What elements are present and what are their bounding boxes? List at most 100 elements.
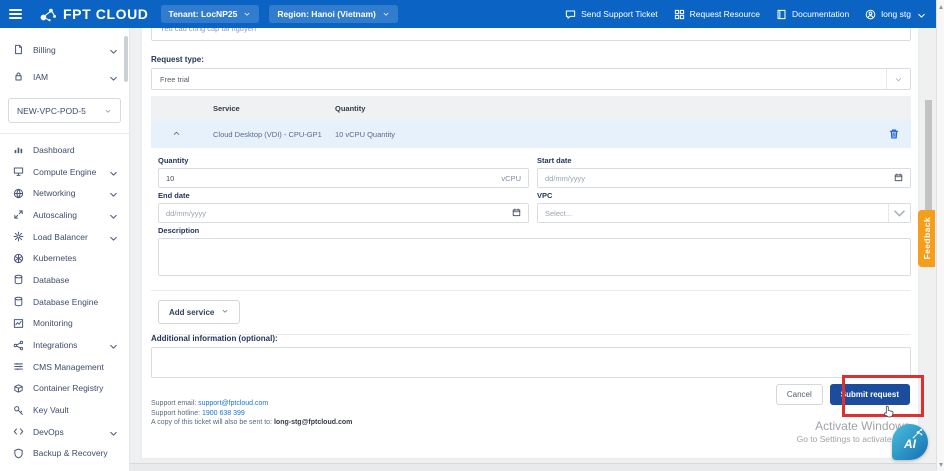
quantity-unit: vCPU <box>501 174 521 183</box>
table-row[interactable]: Cloud Desktop (VDI) - CPU-GP1 10 vCPU Qu… <box>151 121 911 148</box>
chevron-down-icon <box>888 204 910 222</box>
start-date-input[interactable]: dd/mm/yyyy <box>537 168 911 188</box>
additional-info-textarea[interactable] <box>151 347 911 378</box>
send-support-ticket[interactable]: Send Support Ticket <box>565 9 658 20</box>
sidebar-item-kubernetes[interactable]: Kubernetes <box>0 247 129 269</box>
sidebar-item-monitoring[interactable]: Monitoring <box>0 313 129 335</box>
scroll-up-arrow[interactable] <box>939 5 943 9</box>
start-date-label: Start date <box>537 156 911 165</box>
vpc-label: VPC <box>537 191 911 200</box>
dashboard-icon <box>13 144 24 155</box>
chevron-down-icon <box>221 307 229 317</box>
support-hotline-link[interactable]: 1900 638 399 <box>202 410 245 417</box>
chevron-up-icon <box>172 129 181 140</box>
ai-assistant-widget[interactable]: AI <box>892 424 928 460</box>
nav-label: Send Support Ticket <box>581 9 658 19</box>
column-service: Service <box>213 104 335 113</box>
service-table: Service Quantity Cloud Desktop (VDI) - C… <box>151 96 911 335</box>
kubernetes-icon <box>13 253 24 264</box>
vpc-select[interactable]: Select... <box>537 203 911 223</box>
support-info: Support email: support@fptcloud.com Supp… <box>151 399 352 428</box>
vpc-selector[interactable]: NEW-VPC-POD-5 <box>8 98 121 123</box>
service-quantity: 10 vCPU Quantity <box>335 130 877 139</box>
sidebar-item-load-balancer[interactable]: Load Balancer <box>0 226 129 248</box>
chevron-down-icon <box>104 107 112 115</box>
chevron-down-icon <box>108 211 116 219</box>
sidebar-item-database-engine[interactable]: Database Engine <box>0 291 129 313</box>
sidebar-item-container-registry[interactable]: Container Registry <box>0 378 129 400</box>
sidebar-item-key-vault[interactable]: Key Vault <box>0 399 129 421</box>
nav-label: long stg <box>881 9 911 19</box>
sidebar-item-label: Compute Engine <box>33 167 96 177</box>
keyvault-icon <box>13 405 24 416</box>
sidebar-item-label: Monitoring <box>33 318 73 328</box>
molecule-icon <box>911 428 924 441</box>
cursor-pointer-icon <box>882 405 895 419</box>
add-service-button[interactable]: Add service <box>158 300 240 324</box>
user-menu[interactable]: long stg <box>865 9 924 20</box>
request-resource[interactable]: Request Resource <box>674 9 760 20</box>
sidebar-item-dashboard[interactable]: Dashboard <box>0 139 129 161</box>
support-email-link[interactable]: support@fptcloud.com <box>198 400 268 407</box>
hamburger-menu-icon[interactable] <box>0 0 30 28</box>
collapse-row-button[interactable] <box>151 129 213 140</box>
description-textarea[interactable] <box>158 238 911 276</box>
chevron-down-icon <box>886 69 910 89</box>
window-scrollbar[interactable] <box>936 0 944 471</box>
tenant-selector[interactable]: Tenant: LocNP25 <box>161 5 260 23</box>
region-selector[interactable]: Region: Hanoi (Vietnam) <box>269 5 398 23</box>
sidebar-item-label: Backup & Recovery <box>33 448 108 458</box>
database-icon <box>13 296 24 307</box>
sidebar-item-autoscaling[interactable]: Autoscaling <box>0 204 129 226</box>
molecule-icon <box>38 6 58 23</box>
request-title-input[interactable]: Yeu cau cung cap tai nguyen <box>151 28 911 41</box>
fpt-cloud-logo[interactable]: FPT CLOUD <box>38 6 149 23</box>
sidebar-item-label: Networking <box>33 188 76 198</box>
request-form-panel: Yeu cau cung cap tai nguyen Request type… <box>141 28 919 459</box>
nav-label: Documentation <box>792 9 849 19</box>
cancel-button[interactable]: Cancel <box>776 384 823 405</box>
sidebar-item-label: Integrations <box>33 340 77 350</box>
sidebar-item-devops[interactable]: DevOps <box>0 421 129 443</box>
sidebar-item-label: Billing <box>33 45 56 55</box>
sidebar-item-integrations[interactable]: Integrations <box>0 334 129 356</box>
end-date-input[interactable]: dd/mm/yyyy <box>158 203 529 223</box>
service-detail-form: Quantity 10 vCPU Start date dd/mm/yyyy E… <box>151 148 911 285</box>
sidebar-scrollbar[interactable] <box>124 34 128 464</box>
database-icon <box>13 274 24 285</box>
sidebar-item-iam[interactable]: IAM <box>0 63 129 90</box>
sidebar-item-networking[interactable]: Networking <box>0 182 129 204</box>
cms-icon <box>13 361 24 372</box>
top-header: FPT CLOUD Tenant: LocNP25 Region: Hanoi … <box>0 0 936 28</box>
sidebar-item-backup-recovery[interactable]: Backup & Recovery <box>0 443 129 465</box>
chevron-down-icon <box>108 428 116 436</box>
network-icon <box>13 188 24 199</box>
end-date-label: End date <box>158 191 529 200</box>
chevron-down-icon <box>382 10 390 18</box>
column-quantity: Quantity <box>335 104 877 113</box>
sidebar-item-label: Database Engine <box>33 297 98 307</box>
sidebar-item-label: Autoscaling <box>33 210 77 220</box>
calendar-icon[interactable] <box>894 173 903 184</box>
sidebar-item-database[interactable]: Database <box>0 269 129 291</box>
integrations-icon <box>13 340 24 351</box>
sidebar-item-compute-engine[interactable]: Compute Engine <box>0 161 129 183</box>
sidebar-item-label: Dashboard <box>33 145 75 155</box>
sidebar-item-billing[interactable]: Billing <box>0 36 129 63</box>
calendar-icon[interactable] <box>512 208 521 219</box>
sidebar-item-label: Container Registry <box>33 383 103 393</box>
sidebar-item-cms-management[interactable]: CMS Management <box>0 356 129 378</box>
documentation[interactable]: Documentation <box>776 9 849 20</box>
request-type-select[interactable]: Free trial <box>151 68 911 90</box>
registry-icon <box>13 383 24 394</box>
billing-icon <box>13 44 24 55</box>
service-name: Cloud Desktop (VDI) - CPU-GP1 <box>213 130 335 139</box>
monitoring-icon <box>13 318 24 329</box>
scroll-down-arrow[interactable] <box>939 463 943 467</box>
quantity-input[interactable]: 10 vCPU <box>158 168 529 188</box>
delete-service-button[interactable] <box>877 128 911 142</box>
devops-icon <box>13 426 24 437</box>
feedback-tab[interactable]: Feedback <box>918 210 935 267</box>
chevron-down-icon <box>243 10 251 18</box>
sidebar-item-label: Kubernetes <box>33 253 76 263</box>
